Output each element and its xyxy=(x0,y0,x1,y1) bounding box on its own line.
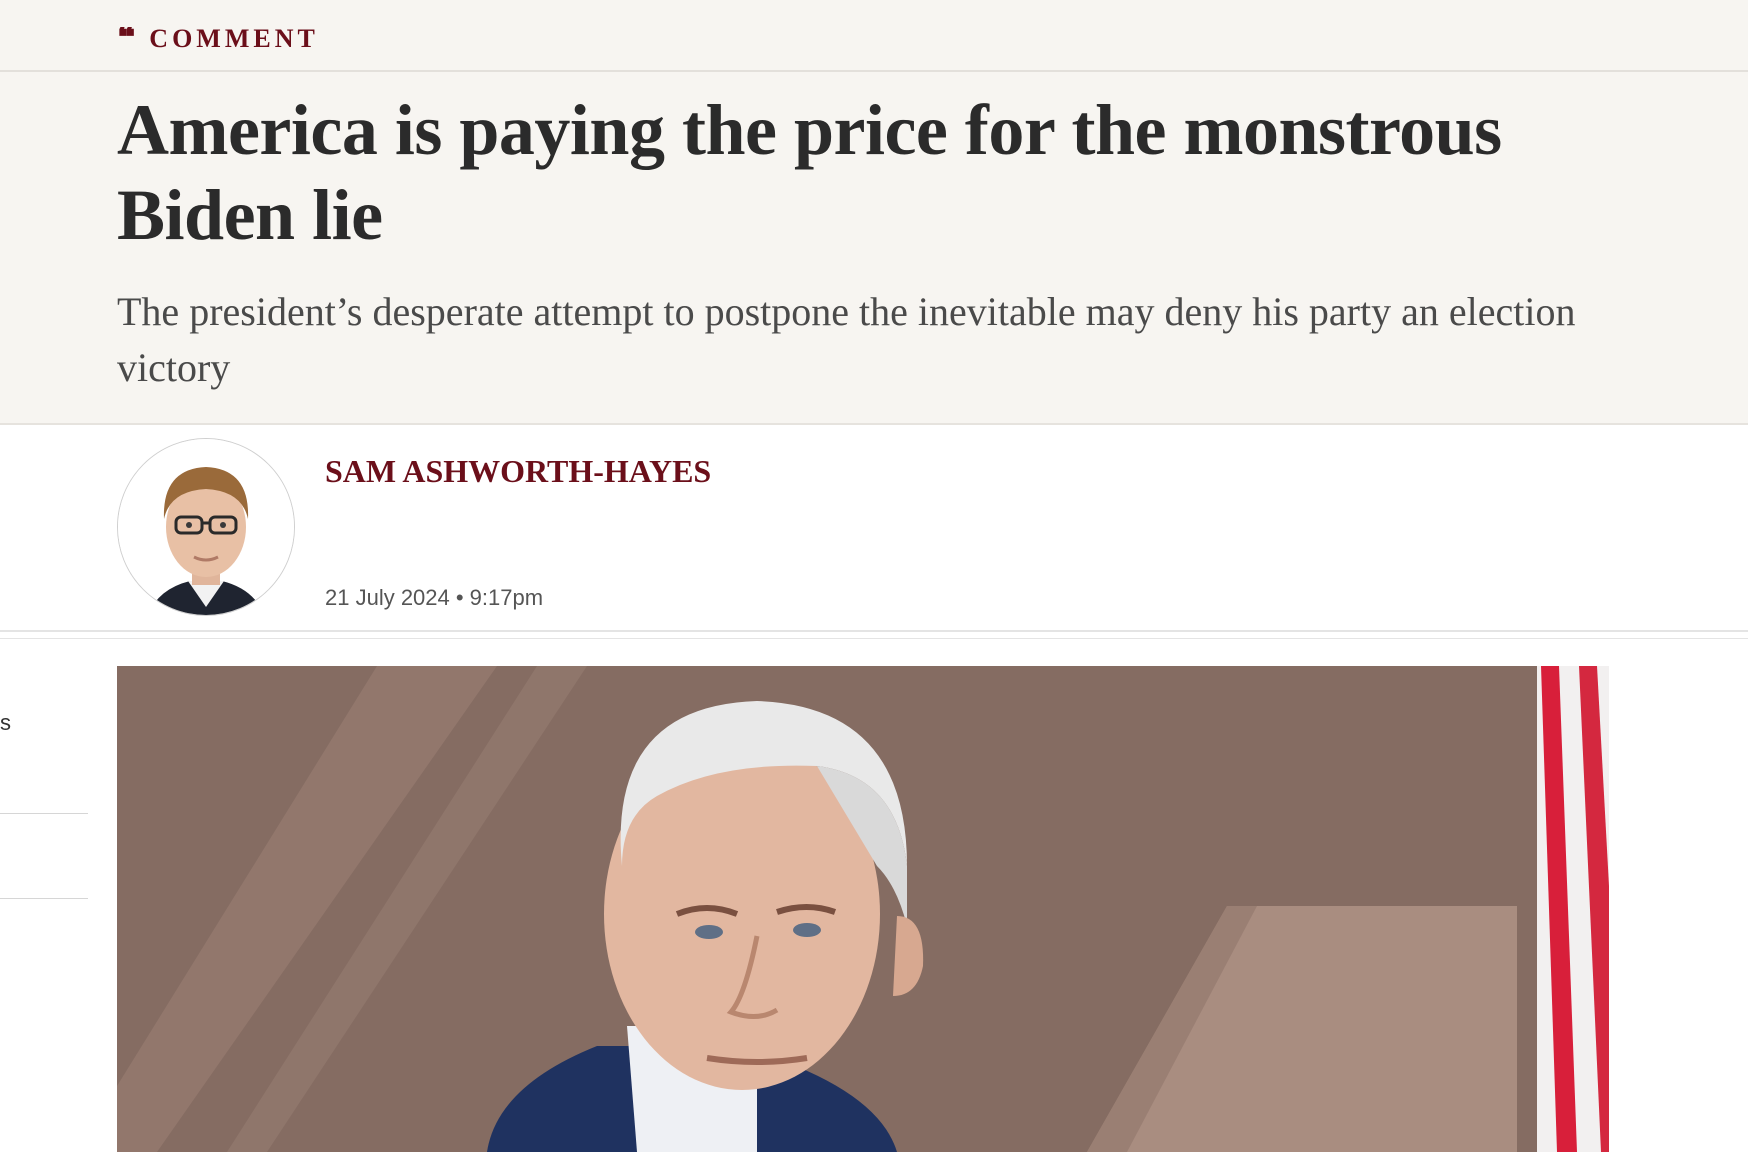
publish-date: 21 July 2024 • 9:17pm xyxy=(325,585,544,610)
section-link-comment[interactable]: ❝ COMMENT xyxy=(117,24,319,54)
author-avatar[interactable] xyxy=(117,438,295,616)
divider xyxy=(0,630,1748,632)
hero-photo xyxy=(117,666,1609,1152)
divider xyxy=(0,423,1748,425)
quote-icon: ❝ xyxy=(117,27,136,51)
divider xyxy=(0,898,88,899)
author-name[interactable]: SAM ASHWORTH-HAYES xyxy=(325,453,711,490)
section-label: COMMENT xyxy=(149,24,319,53)
divider xyxy=(0,813,88,814)
section-bar: ❝ COMMENT xyxy=(0,0,1748,72)
article-header: ❝ COMMENT America is paying the price fo… xyxy=(0,0,1748,423)
standfirst: The president’s desperate attempt to pos… xyxy=(117,289,1576,390)
author-portrait-image xyxy=(118,439,294,615)
headline: America is paying the price for the mons… xyxy=(117,90,1502,255)
left-edge-text: s xyxy=(0,710,11,735)
divider xyxy=(0,638,1748,639)
hero-image[interactable] xyxy=(117,666,1609,1152)
